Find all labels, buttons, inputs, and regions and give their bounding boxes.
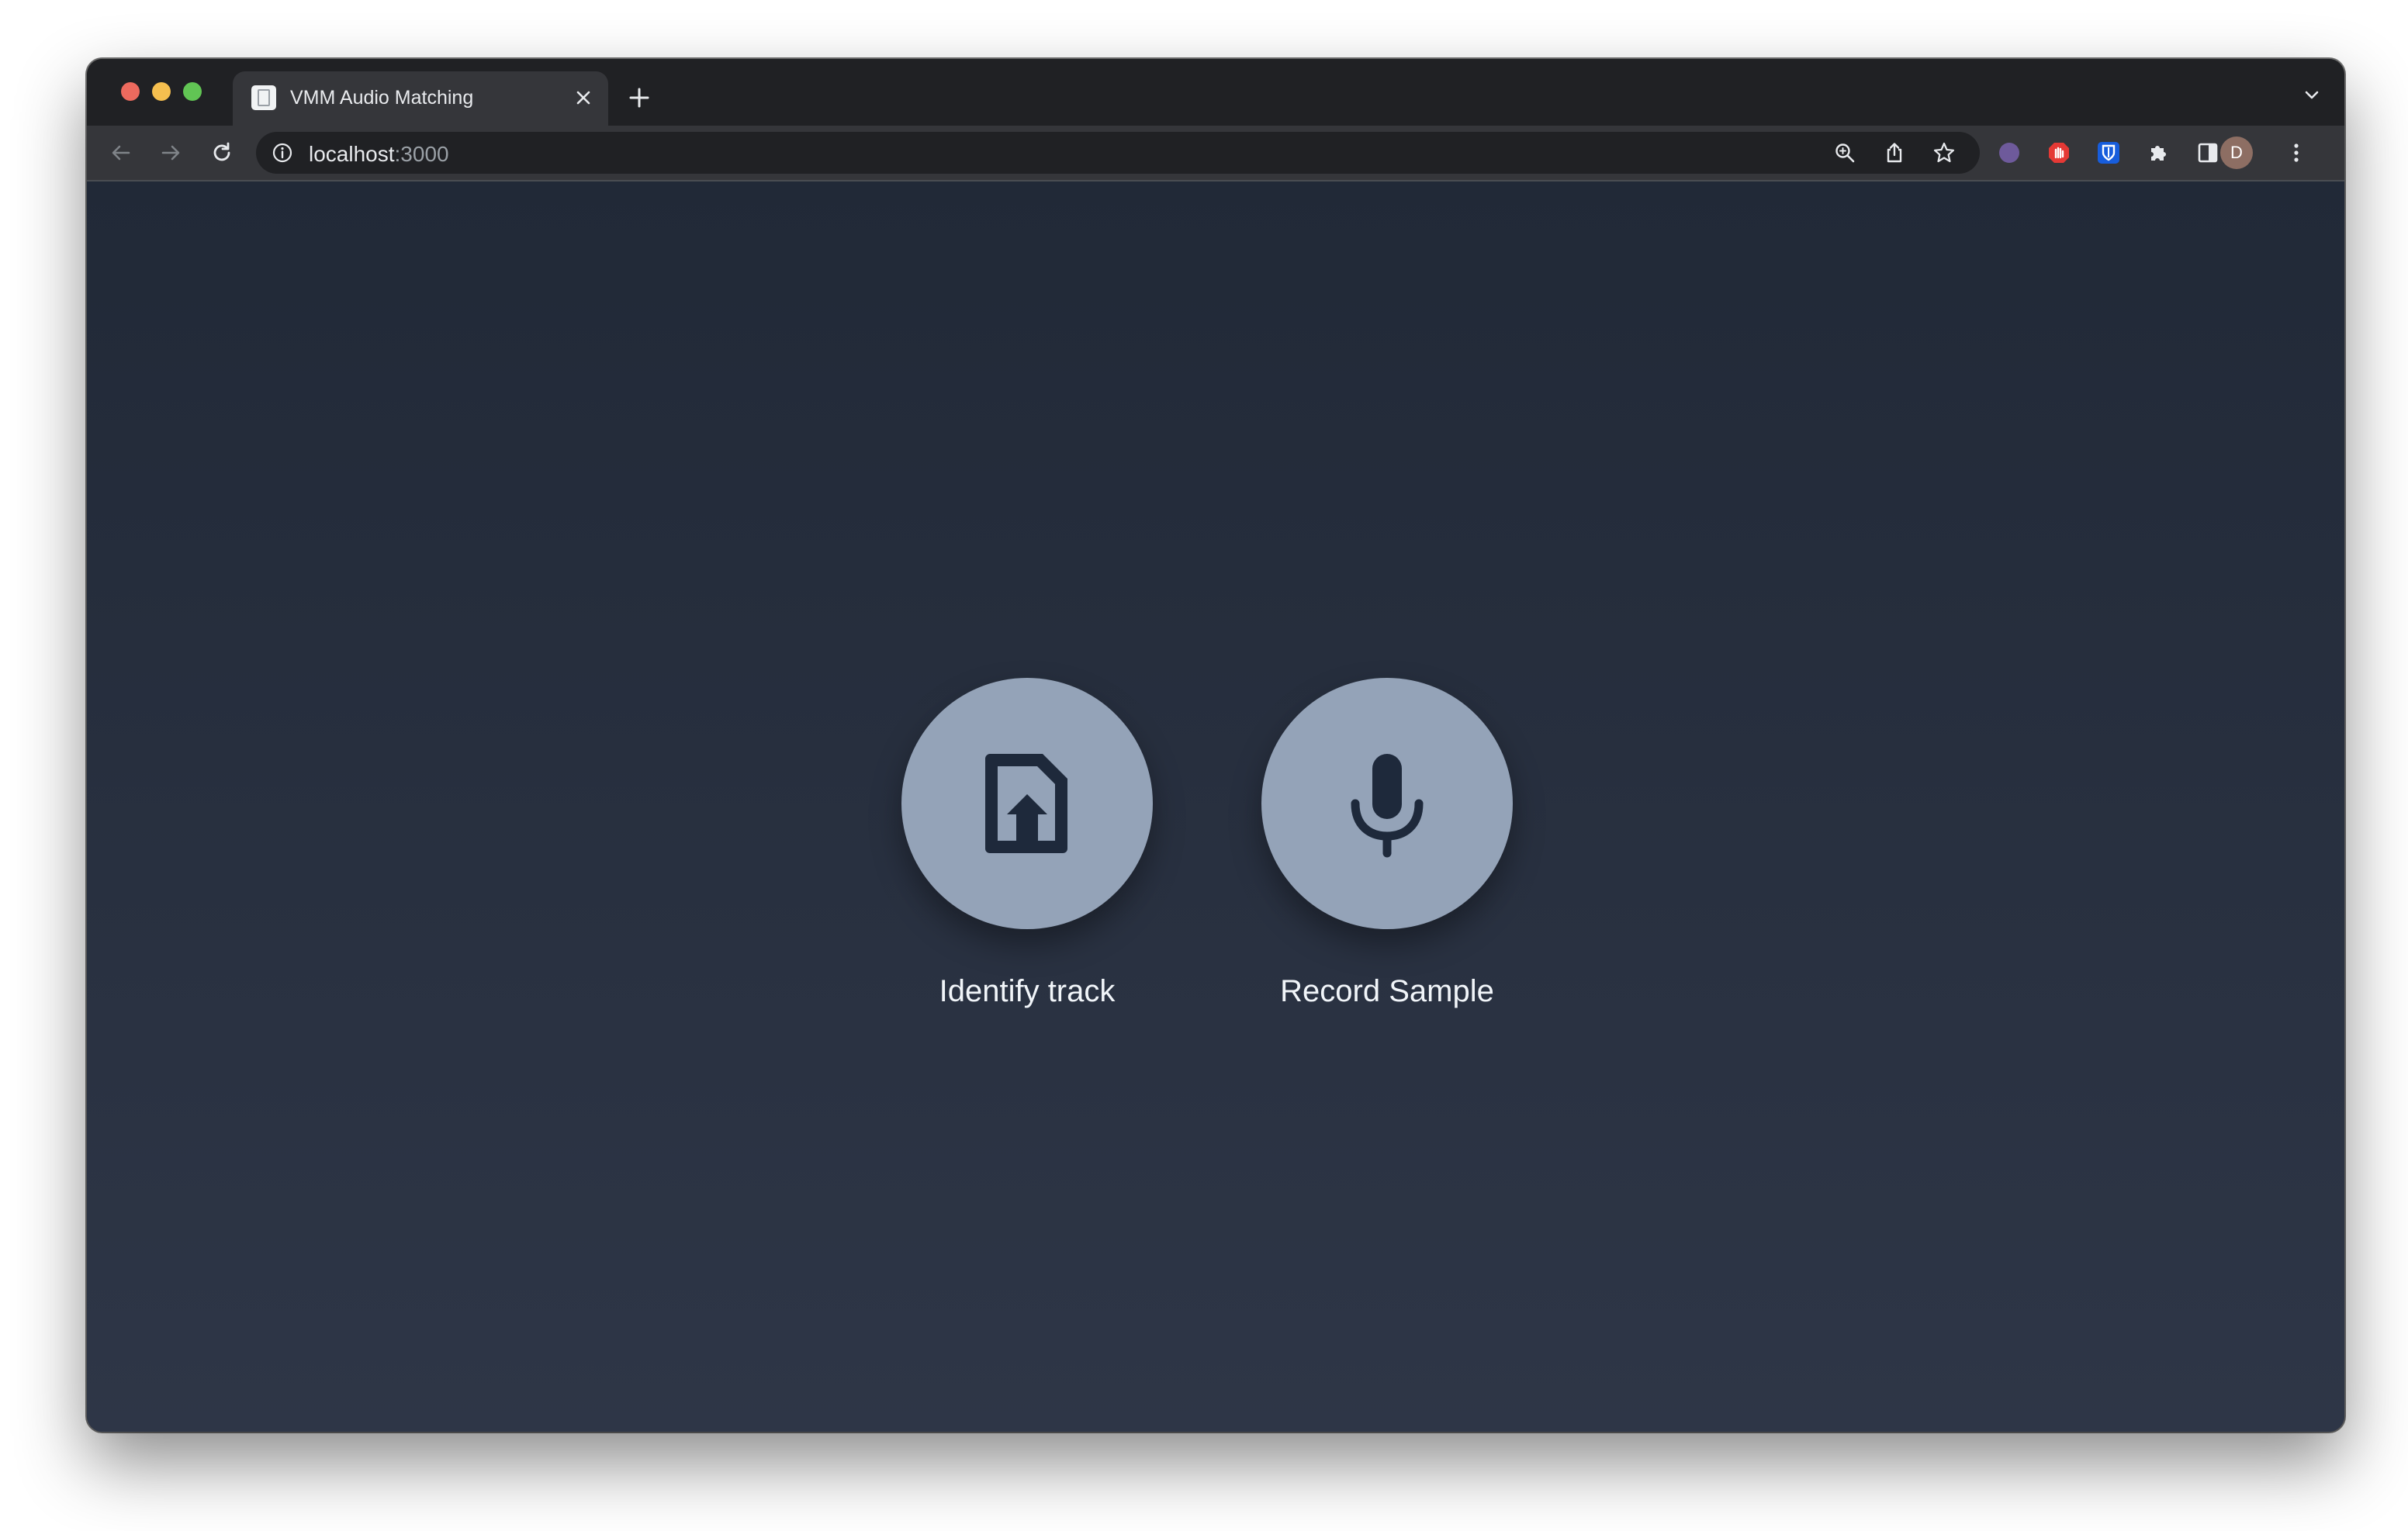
maximize-window-button[interactable] [183, 82, 202, 101]
minimize-window-button[interactable] [152, 82, 171, 101]
new-tab-button[interactable] [622, 81, 656, 115]
document-favicon-icon [251, 85, 276, 110]
sidebar-icon [2198, 143, 2218, 163]
profile-avatar[interactable]: D [2220, 137, 2253, 169]
browser-menu-button[interactable] [2281, 137, 2312, 168]
bookmark-button[interactable] [1929, 137, 1960, 168]
forward-button[interactable] [152, 134, 189, 171]
identify-track-action[interactable]: Identify track [901, 678, 1153, 1009]
tab-search-button[interactable] [2296, 79, 2327, 110]
identify-track-label: Identify track [939, 974, 1116, 1008]
browser-tab[interactable]: VMM Audio Matching [233, 71, 608, 126]
url-port: :3000 [394, 142, 449, 166]
tab-close-button[interactable] [568, 82, 599, 113]
record-sample-label: Record Sample [1280, 974, 1494, 1008]
reload-button[interactable] [203, 134, 240, 171]
back-button[interactable] [102, 134, 140, 171]
plus-icon [629, 88, 649, 108]
url-host: localhost [309, 142, 395, 166]
ad-blocker-extension-icon [2049, 143, 2069, 163]
arrow-right-icon [161, 145, 180, 161]
extensions-button[interactable] [2143, 137, 2174, 168]
share-button[interactable] [1879, 137, 1910, 168]
record-sample-action[interactable]: Record Sample [1261, 678, 1513, 1009]
zoom-button[interactable] [1829, 137, 1860, 168]
identify-track-button[interactable] [901, 678, 1153, 929]
file-upload-icon [985, 754, 1067, 853]
address-url[interactable]: localhost:3000 [309, 142, 449, 167]
arrow-left-icon [112, 145, 130, 161]
eclipse-extension-icon [1999, 143, 2019, 163]
microphone-icon [1351, 754, 1424, 858]
browser-toolbar: localhost:3000 D [87, 126, 2344, 180]
reload-icon [213, 142, 230, 161]
page-content: Identify track Record Sample [87, 180, 2344, 1432]
eclipse-extension-button[interactable] [1994, 137, 2025, 168]
info-icon[interactable] [272, 142, 293, 164]
chevron-down-icon [2305, 91, 2319, 99]
bitwarden-extension-icon [2098, 142, 2119, 164]
address-bar[interactable]: localhost:3000 [256, 132, 1980, 174]
zoom-icon [1835, 143, 1855, 163]
star-icon [1933, 142, 1955, 163]
side-panel-button[interactable] [2192, 137, 2223, 168]
share-icon [1887, 143, 1902, 163]
browser-window: VMM Audio Matching localhost:3000 D Iden… [87, 59, 2344, 1432]
tab-strip: VMM Audio Matching [87, 59, 2344, 126]
close-icon [576, 91, 590, 105]
close-window-button[interactable] [121, 82, 140, 101]
record-sample-button[interactable] [1261, 678, 1513, 929]
ad-blocker-extension-button[interactable] [2043, 137, 2074, 168]
puzzle-extensions-icon [2151, 146, 2166, 161]
tab-title: VMM Audio Matching [290, 87, 474, 109]
bitwarden-extension-button[interactable] [2093, 137, 2124, 168]
more-vertical-icon [2294, 143, 2299, 162]
